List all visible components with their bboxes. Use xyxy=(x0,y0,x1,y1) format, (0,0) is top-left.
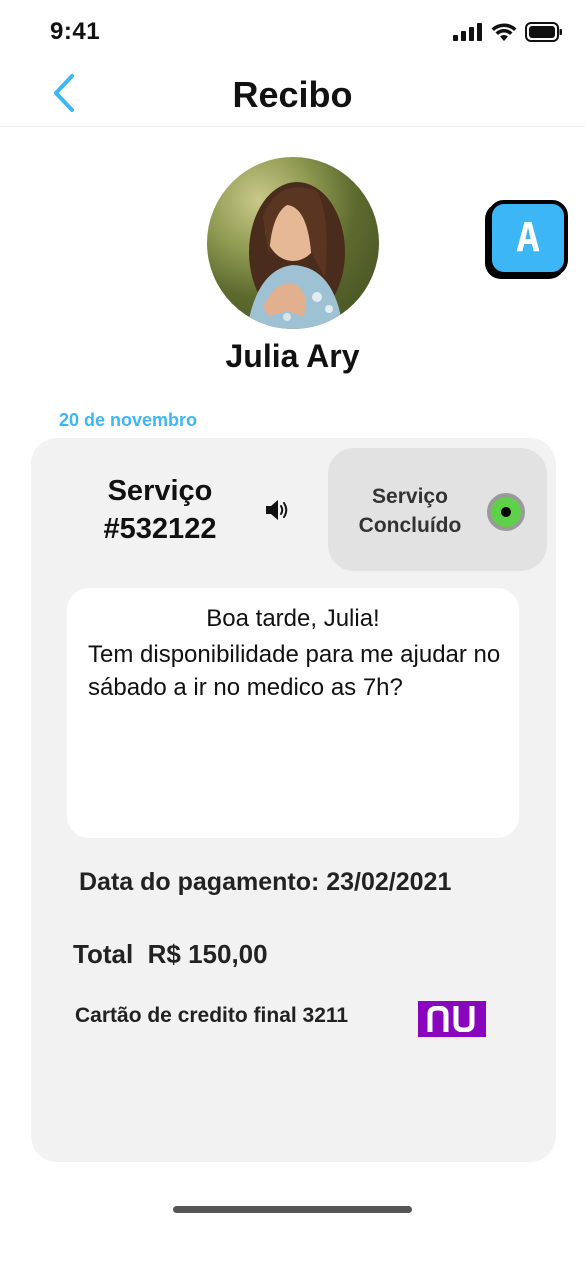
service-status-text: Serviço Concluído xyxy=(340,482,480,540)
receipt-date: 20 de novembro xyxy=(59,410,198,430)
status-line2: Concluído xyxy=(358,514,462,537)
profile-badge[interactable]: A xyxy=(488,200,568,276)
speaker-button[interactable] xyxy=(264,498,290,522)
service-id: Serviço #532122 xyxy=(60,472,260,548)
battery-icon xyxy=(525,22,562,42)
message-greeting: Boa tarde, Julia! xyxy=(206,605,380,632)
receipt-screen: 9:41 Recibo Julia Ary A 20 de novembro S… xyxy=(0,0,585,1266)
status-time: 9:41 xyxy=(50,18,101,45)
service-label: Serviço xyxy=(107,475,213,507)
wifi-icon xyxy=(491,23,517,41)
total-amount: Total R$ 150,00 xyxy=(73,939,268,969)
badge-letter: A xyxy=(515,215,541,261)
status-indicator-center xyxy=(501,507,511,517)
profile-name: Julia Ary xyxy=(225,338,360,374)
nubank-logo-mark xyxy=(427,1006,475,1032)
service-number: #532122 xyxy=(103,513,217,545)
signal-icon xyxy=(453,23,482,41)
avatar-photo xyxy=(247,182,345,329)
page-title: Recibo xyxy=(232,74,353,115)
payment-card-info: Cartão de credito final 3211 xyxy=(75,1004,349,1027)
status-indicator xyxy=(487,493,525,531)
speaker-icon xyxy=(266,500,288,520)
home-indicator[interactable] xyxy=(173,1206,412,1213)
status-line1: Serviço xyxy=(372,485,448,508)
nubank-logo xyxy=(418,1001,486,1037)
payment-date: Data do pagamento: 23/02/2021 xyxy=(79,868,452,896)
avatar xyxy=(207,157,379,329)
message-body: Tem disponibilidade para me ajudar no sá… xyxy=(88,641,501,701)
status-icons xyxy=(453,22,563,42)
header-divider xyxy=(0,126,585,127)
